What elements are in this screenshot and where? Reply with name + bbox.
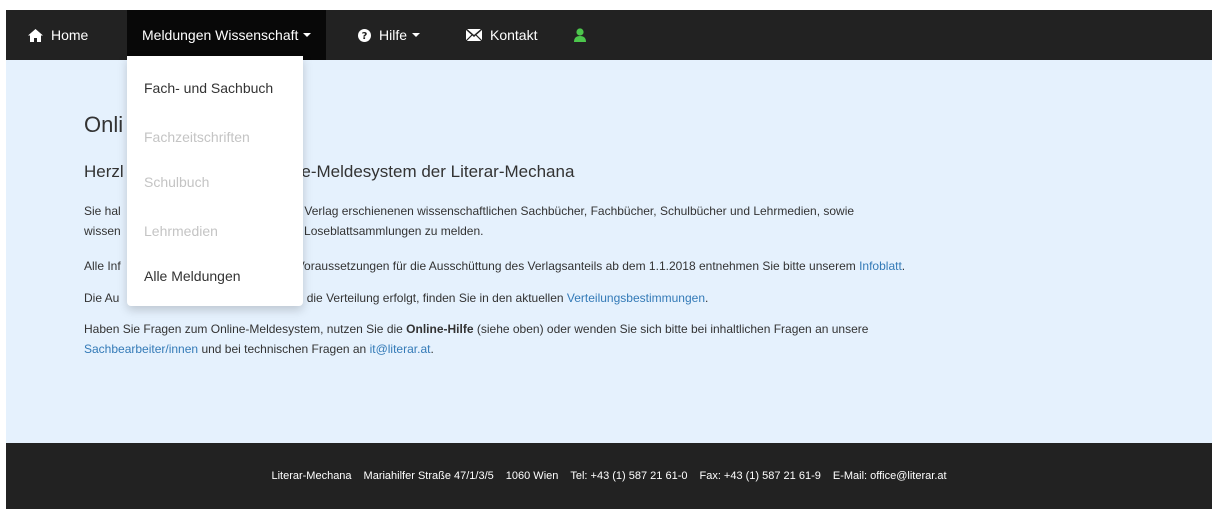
p2-prefix: Alle Inf [84,259,121,273]
dropdown-item-schulbuch: Schulbuch [144,174,210,190]
top-navbar: Home Meldungen Wissenschaft ? Hilfe Kont… [6,10,1212,60]
footer-street: Mariahilfer Straße 47/1/3/5 [363,470,494,482]
p1-prefix-2: wissen [84,224,121,238]
p1-rest-1: in Ihrem Verlag erschienenen wissenschaf… [257,204,855,218]
nav-home[interactable]: Home [28,10,88,60]
page-background: Home Meldungen Wissenschaft ? Hilfe Kont… [6,10,1212,509]
footer-city: 1060 Wien [505,470,559,482]
footer-org: Literar-Mechana [271,470,352,482]
p4-text-1: Haben Sie Fragen zum Online-Meldesystem,… [84,322,403,336]
sachbearbeiter-link[interactable]: Sachbearbeiter/innen [84,342,198,356]
subtitle-rest: Online-Meldesystem der Literar-Mechana [261,162,575,181]
footer: Literar-Mechana Mariahilfer Straße 47/1/… [6,443,1212,509]
dropdown-item-fach-sachbuch[interactable]: Fach- und Sachbuch [144,80,273,96]
p2-end: . [901,259,906,273]
it-email-link[interactable]: it@literar.at [370,342,431,356]
p2-rest: ten Voraussetzungen für die Ausschüttung… [276,259,856,273]
online-hilfe-bold: Online-Hilfe [406,322,474,336]
subtitle-prefix: Herzl [84,162,124,181]
verteilungsbestimmungen-link[interactable]: Verteilungsbestimmungen [567,291,705,305]
envelope-icon [466,29,482,41]
dropdown-item-lehrmedien: Lehrmedien [144,223,218,239]
caret-down-icon [303,33,312,37]
dropdown-item-alle-meldungen[interactable]: Alle Meldungen [144,268,241,284]
p4-text-2: (siehe oben) oder wenden Sie sich bitte … [476,322,869,336]
p4-text-3: und bei technischen Fragen an [201,342,367,356]
p3-prefix: Die Au [84,291,120,305]
caret-down-icon [412,33,421,37]
page-title: Onli [84,112,124,137]
footer-fax: Fax: +43 (1) 587 21 61-9 [699,470,821,482]
footer-tel: Tel: +43 (1) 587 21 61-0 [570,470,688,482]
help-paragraph: Haben Sie Fragen zum Online-Meldesystem,… [84,319,1044,359]
svg-text:?: ? [362,31,368,42]
p3-rest: nen die Verteilung erfolgt, finden Sie i… [283,291,564,305]
nav-user[interactable] [574,10,594,60]
footer-email: E-Mail: office@literar.at [832,470,947,482]
infoblatt-link[interactable]: Infoblatt [859,259,902,273]
nav-kontakt-label: Kontakt [490,27,538,43]
p1-prefix-1: Sie hal [84,204,121,218]
nav-kontakt[interactable]: Kontakt [466,10,537,60]
nav-meldungen-wissenschaft[interactable]: Meldungen Wissenschaft [127,10,327,60]
nav-meldungen-label: Meldungen Wissenschaft [142,27,299,43]
p4-end: . [430,342,434,356]
user-icon [574,28,586,42]
nav-hilfe-label: Hilfe [379,27,408,43]
meldungen-dropdown-menu: Fach- und Sachbuch Fachzeitschriften Sch… [127,56,303,306]
home-icon [28,28,43,42]
nav-hilfe[interactable]: ? Hilfe [358,10,421,60]
question-icon: ? [358,28,371,42]
nav-home-label: Home [51,27,89,43]
footer-contact-line: Literar-Mechana Mariahilfer Straße 47/1/… [6,470,1212,482]
p3-end: . [705,291,709,305]
dropdown-item-fachzeitschriften: Fachzeitschriften [144,129,250,145]
